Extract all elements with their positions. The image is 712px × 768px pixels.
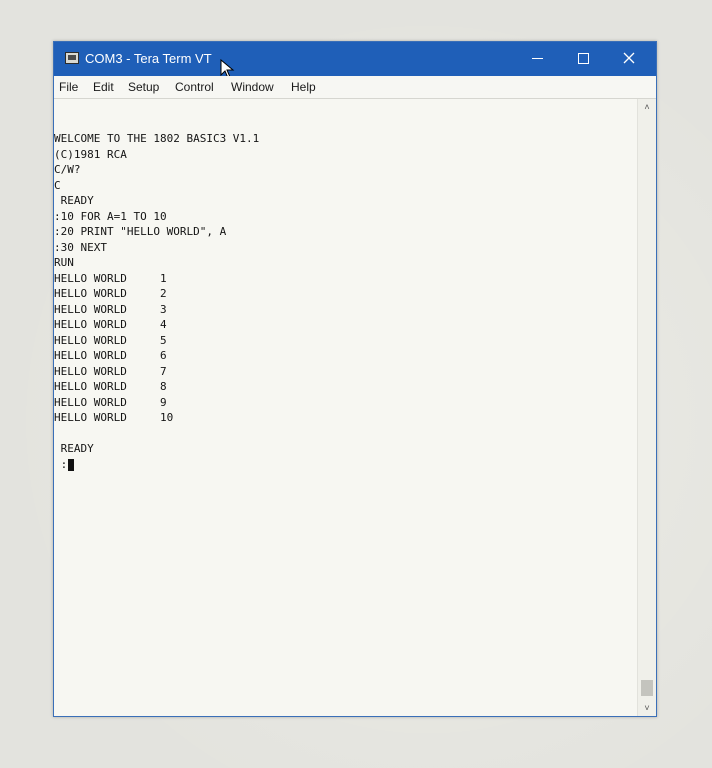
terminal-line: HELLO WORLD 1 bbox=[54, 272, 167, 285]
terminal-output[interactable]: WELCOME TO THE 1802 BASIC3 V1.1 (C)1981 … bbox=[54, 99, 637, 716]
terminal-line: :30 NEXT bbox=[54, 241, 107, 254]
terminal-line: HELLO WORLD 4 bbox=[54, 318, 167, 331]
terminal-line: HELLO WORLD 9 bbox=[54, 396, 167, 409]
terminal-line: RUN bbox=[54, 256, 74, 269]
title-bar[interactable]: COM3 - Tera Term VT bbox=[54, 42, 656, 79]
maximize-icon bbox=[578, 53, 589, 64]
menu-edit[interactable]: Edit bbox=[93, 79, 114, 95]
close-button[interactable] bbox=[606, 42, 652, 76]
menu-bar: File Edit Setup Control Window Help bbox=[54, 76, 656, 99]
terminal-line: :20 PRINT "HELLO WORLD", A bbox=[54, 225, 227, 238]
terminal-line: HELLO WORLD 3 bbox=[54, 303, 167, 316]
terminal-line: READY bbox=[54, 442, 94, 455]
terminal-prompt-line: : bbox=[54, 458, 68, 471]
maximize-button[interactable] bbox=[560, 42, 606, 76]
terminal-line: C/W? bbox=[54, 163, 81, 176]
tera-term-window: COM3 - Tera Term VT File Edit Setup Cont… bbox=[53, 41, 657, 717]
menu-help[interactable]: Help bbox=[291, 79, 316, 95]
menu-setup[interactable]: Setup bbox=[128, 79, 159, 95]
terminal-line: (C)1981 RCA bbox=[54, 148, 127, 161]
terminal-line: READY bbox=[54, 194, 94, 207]
terminal-line: :10 FOR A=1 TO 10 bbox=[54, 210, 167, 223]
terminal-line: HELLO WORLD 10 bbox=[54, 411, 174, 424]
minimize-icon bbox=[532, 58, 543, 59]
terminal-line: C bbox=[54, 179, 61, 192]
scroll-thumb[interactable] bbox=[641, 680, 653, 696]
terminal-cursor bbox=[68, 459, 74, 471]
terminal-line: HELLO WORLD 8 bbox=[54, 380, 167, 393]
terminal-line: WELCOME TO THE 1802 BASIC3 V1.1 bbox=[54, 132, 260, 145]
window-title: COM3 - Tera Term VT bbox=[85, 51, 212, 66]
menu-window[interactable]: Window bbox=[231, 79, 274, 95]
terminal-line: HELLO WORLD 7 bbox=[54, 365, 167, 378]
terminal-line: HELLO WORLD 5 bbox=[54, 334, 167, 347]
menu-control[interactable]: Control bbox=[175, 79, 214, 95]
minimize-button[interactable] bbox=[514, 42, 560, 76]
terminal-line: HELLO WORLD 6 bbox=[54, 349, 167, 362]
scroll-up-arrow-icon[interactable]: ˄ bbox=[638, 99, 656, 115]
terminal-app-icon[interactable] bbox=[65, 52, 79, 64]
close-icon bbox=[623, 52, 635, 64]
vertical-scrollbar[interactable]: ˄ ˅ bbox=[637, 99, 656, 716]
terminal-line: HELLO WORLD 2 bbox=[54, 287, 167, 300]
menu-file[interactable]: File bbox=[59, 79, 78, 95]
scroll-down-arrow-icon[interactable]: ˅ bbox=[638, 700, 656, 716]
